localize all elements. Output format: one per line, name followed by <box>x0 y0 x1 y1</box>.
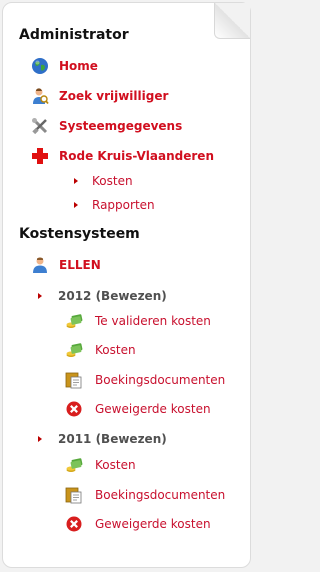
user-icon <box>31 256 49 274</box>
year-group-label: 2011 (Bewezen) <box>58 432 167 446</box>
cost-item-label: Boekingsdocumenten <box>95 373 226 387</box>
cost-item-geweigerde-kosten-2011[interactable]: Geweigerde kosten <box>65 513 211 535</box>
money-icon <box>65 456 83 474</box>
money-icon <box>65 312 83 330</box>
nav-item-label: Rode Kruis-Vlaanderen <box>59 149 214 163</box>
section-title-kostensysteem: Kostensysteem <box>19 226 140 242</box>
cost-item-kosten-2011[interactable]: Kosten <box>65 454 136 476</box>
cost-item-label: Te valideren kosten <box>95 314 211 328</box>
cost-item-label: Geweigerde kosten <box>95 402 211 416</box>
cost-item-label: Kosten <box>95 343 136 357</box>
nav-item-rode-kruis[interactable]: Rode Kruis-Vlaanderen <box>31 145 214 167</box>
documents-icon <box>65 486 83 504</box>
cost-item-boekingsdocumenten-2011[interactable]: Boekingsdocumenten <box>65 484 225 506</box>
arrow-right-icon <box>38 436 42 442</box>
documents-icon <box>65 371 83 389</box>
globe-icon <box>31 57 49 75</box>
cost-item-label: Geweigerde kosten <box>95 517 211 531</box>
subnav-item-label: Rapporten <box>92 198 155 212</box>
nav-item-label: Home <box>59 59 98 73</box>
money-icon <box>65 341 83 359</box>
tools-icon <box>31 117 49 135</box>
nav-item-label: Zoek vrijwilliger <box>59 89 169 103</box>
nav-item-label: Systeemgegevens <box>59 119 183 133</box>
cost-item-label: Kosten <box>95 458 136 472</box>
rejected-icon <box>65 400 83 418</box>
nav-item-systeemgegevens[interactable]: Systeemgegevens <box>31 115 182 137</box>
rejected-icon <box>65 515 83 533</box>
subnav-item-kosten[interactable]: Kosten <box>74 170 133 192</box>
year-group-2011[interactable]: 2011 (Bewezen) <box>38 428 167 450</box>
user-search-icon <box>31 87 49 105</box>
cost-item-te-valideren-kosten[interactable]: Te valideren kosten <box>65 310 211 332</box>
user-name-label: ELLEN <box>59 258 101 272</box>
subnav-item-label: Kosten <box>92 174 133 188</box>
year-group-label: 2012 (Bewezen) <box>58 289 167 303</box>
section-title-administrator: Administrator <box>19 27 129 43</box>
arrow-right-icon <box>74 202 78 208</box>
nav-item-home[interactable]: Home <box>31 55 98 77</box>
red-cross-icon <box>31 147 49 165</box>
page-curl-decoration <box>214 3 250 39</box>
nav-item-zoek-vrijwilliger[interactable]: Zoek vrijwilliger <box>31 85 168 107</box>
arrow-right-icon <box>38 293 42 299</box>
cost-item-label: Boekingsdocumenten <box>95 488 226 502</box>
subnav-item-rapporten[interactable]: Rapporten <box>74 194 155 216</box>
cost-item-geweigerde-kosten[interactable]: Geweigerde kosten <box>65 398 211 420</box>
year-group-2012[interactable]: 2012 (Bewezen) <box>38 285 167 307</box>
arrow-right-icon <box>74 178 78 184</box>
nav-item-user-ellen[interactable]: ELLEN <box>31 254 101 276</box>
cost-item-boekingsdocumenten[interactable]: Boekingsdocumenten <box>65 369 225 391</box>
cost-item-kosten[interactable]: Kosten <box>65 339 136 361</box>
